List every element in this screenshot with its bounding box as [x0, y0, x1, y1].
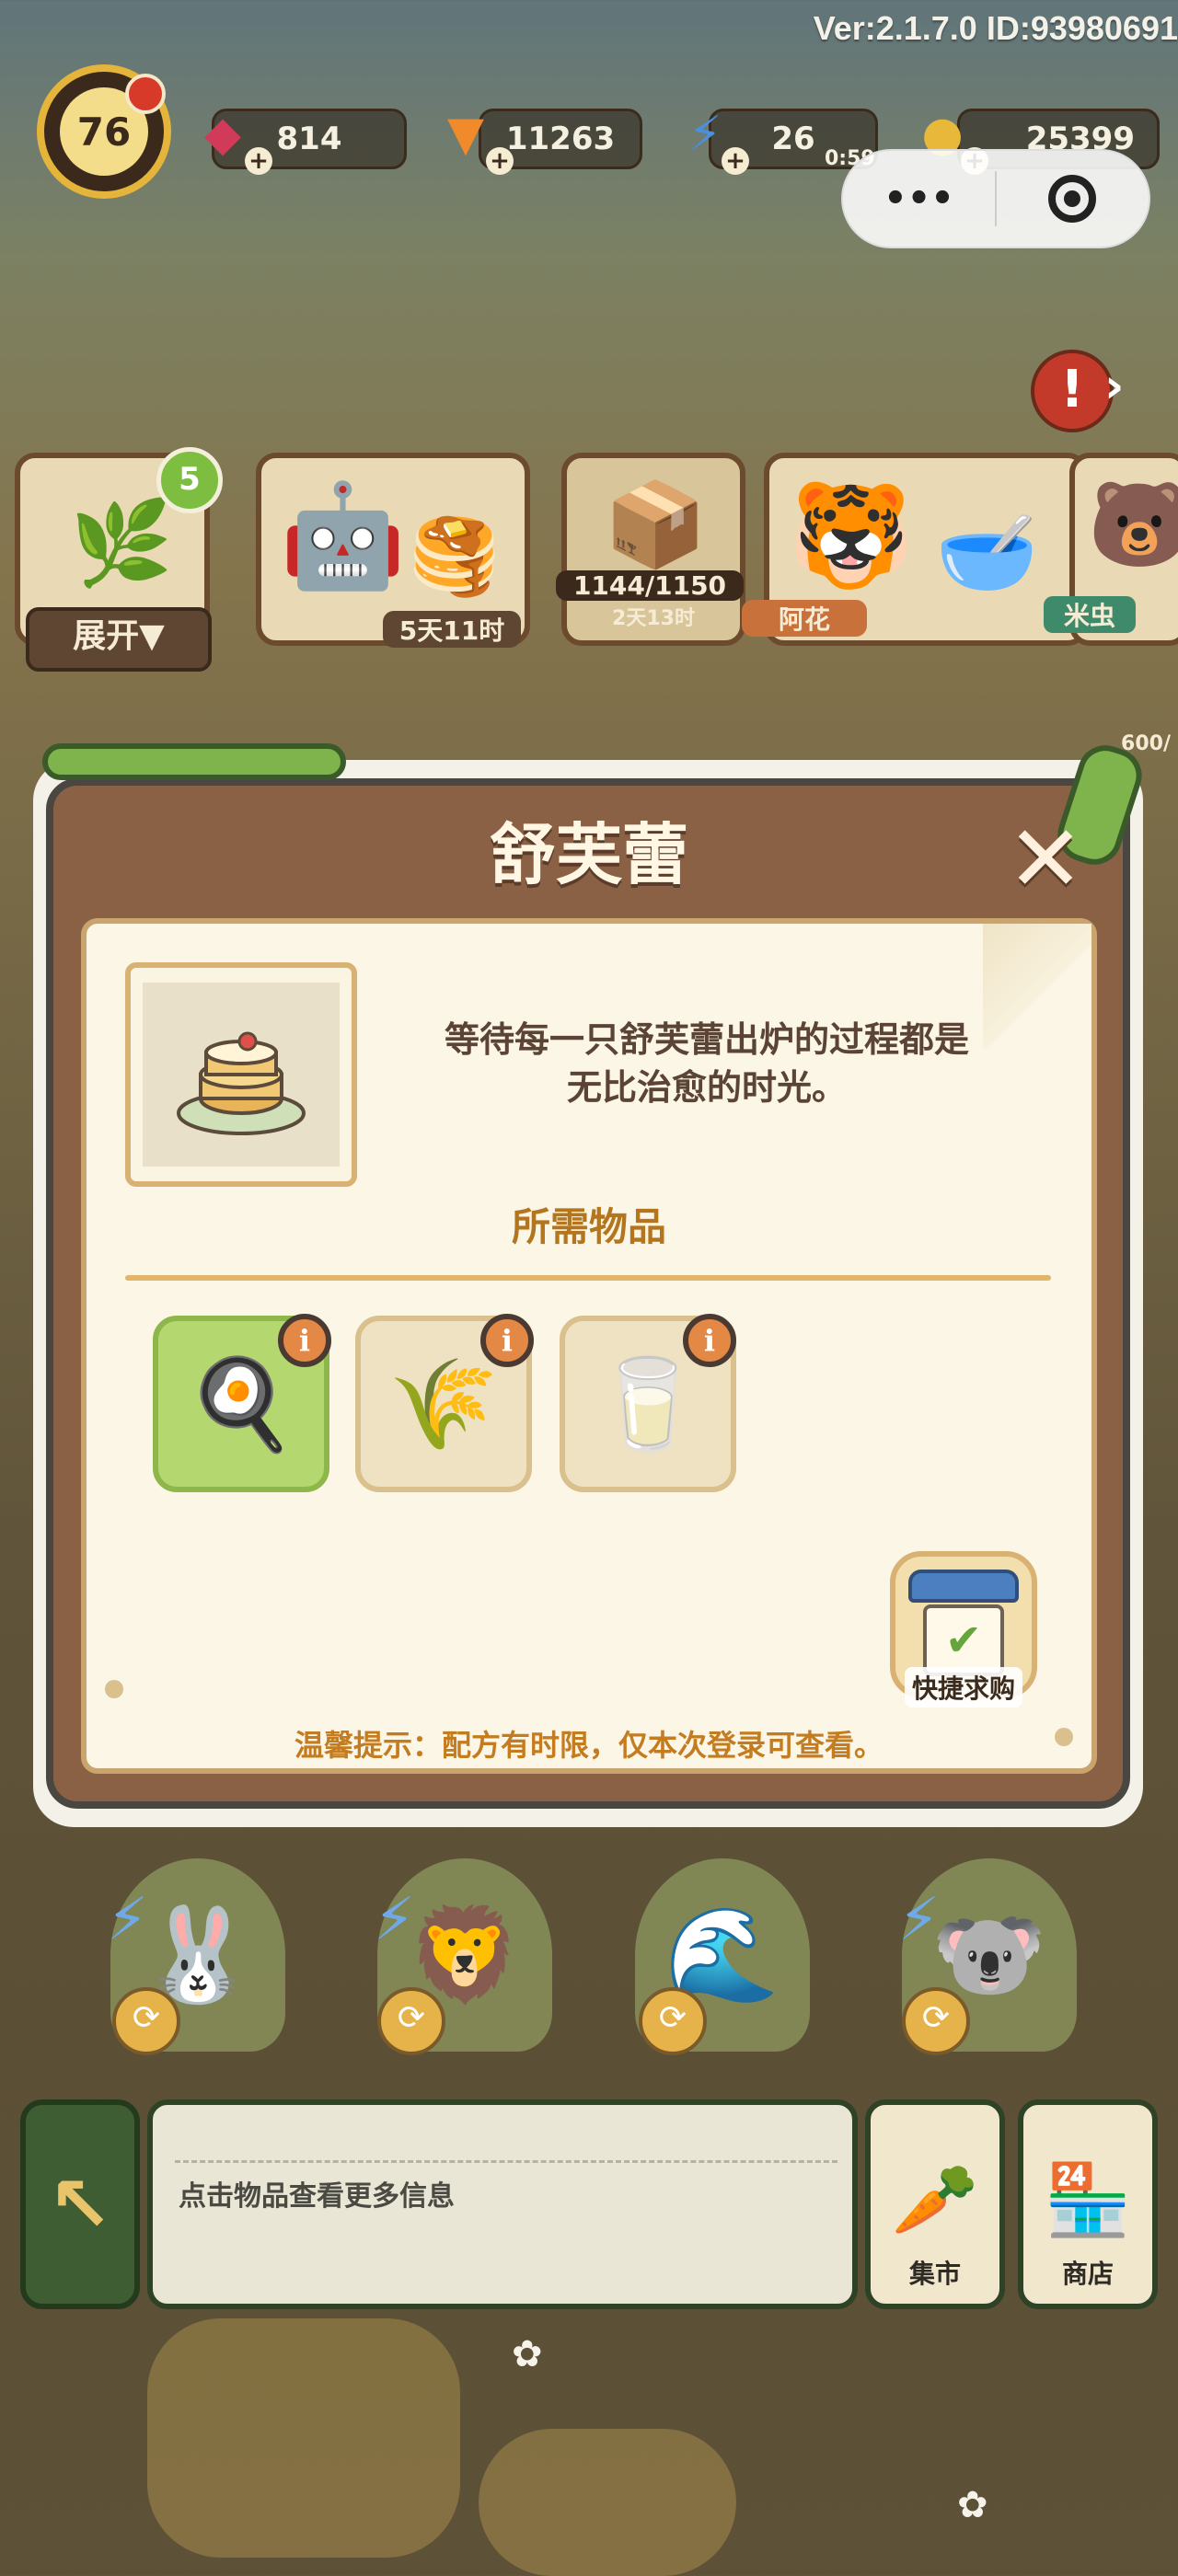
notification-dot [125, 74, 166, 114]
info-placeholder: 点击物品查看更多信息 [179, 2180, 455, 2213]
robot-icon: 🤖 [280, 477, 406, 594]
recipe-description: 等待每一只舒芙蕾出炉的过程都是 无比治愈的时光。 [385, 1016, 1029, 1111]
shop-button[interactable]: 🏪 商店 [1018, 2099, 1158, 2309]
swap-icon[interactable]: ⟳ [112, 1987, 180, 2055]
quick-buy-button[interactable]: ✔ 快捷求购 [885, 1551, 1042, 1726]
market-label: 集市 [908, 2259, 961, 2289]
description-line-2: 无比治愈的时光。 [566, 1067, 847, 1108]
info-icon[interactable]: i [683, 1314, 736, 1367]
bowl-icon: 🥣 [935, 504, 1039, 601]
flower-icon: ✿ [512, 2333, 543, 2375]
wheat-icon: 🌾 [388, 1351, 499, 1455]
station-timer-1: 5天11时 [383, 611, 521, 648]
hay-bale [479, 2429, 736, 2576]
level-badge[interactable]: 76 [37, 64, 171, 199]
description-line-1: 等待每一只舒芙蕾出炉的过程都是 [444, 1019, 969, 1060]
npc-name-michong: 米虫 [1044, 596, 1136, 633]
souffle-icon: 🥞 [409, 513, 501, 599]
add-energy-button[interactable]: + [722, 147, 749, 175]
swap-icon[interactable]: ⟳ [377, 1987, 445, 2055]
roof-icon [908, 1570, 1019, 1603]
bear-icon: 🐻 [1088, 477, 1178, 573]
shop-label: 商店 [1061, 2259, 1114, 2289]
required-items-title: 所需物品 [511, 1204, 666, 1249]
machine-progress: 1144/1150 [556, 570, 744, 601]
corner-dot [1055, 1728, 1073, 1746]
info-icon[interactable]: i [278, 1314, 331, 1367]
npc-name-ahua: 阿花 [742, 600, 867, 637]
count-badge: 5 [156, 447, 223, 513]
lightning-icon: ⚡ [898, 1886, 940, 1954]
add-gems-button[interactable]: + [245, 147, 272, 175]
souffle-illustration [177, 1031, 306, 1135]
market-stall-icon: 🥕 [891, 2158, 979, 2240]
info-icon[interactable]: i [480, 1314, 534, 1367]
leaf-icon: 🌿 [70, 495, 174, 592]
lightning-icon: ⚡ [374, 1886, 415, 1954]
lightning-icon: ⚡ [107, 1886, 148, 1954]
version-label: Ver:2.1.7.0 ID:93980691 [813, 9, 1178, 47]
market-button[interactable]: 🥕 集市 [865, 2099, 1005, 2309]
item-info-box: 点击物品查看更多信息 [147, 2099, 858, 2309]
machine-icon: 📦 [604, 477, 708, 573]
add-carrots-button[interactable]: + [486, 147, 514, 175]
close-icon[interactable]: ✕ [1001, 813, 1090, 905]
swap-icon[interactable]: ⟳ [902, 1987, 970, 2055]
leaf-decoration [42, 743, 346, 780]
modal-title: 舒芙蕾 [489, 816, 688, 893]
chevron-right-icon: › [1104, 359, 1125, 414]
mini-program-capsule: ••• [841, 149, 1150, 248]
back-button[interactable]: ↖ [20, 2099, 140, 2309]
station-timer-2: 2天13时 [612, 607, 695, 630]
expand-button[interactable]: 展开▼ [26, 607, 212, 672]
pan-icon: 🍳 [186, 1351, 296, 1455]
alert-icon[interactable]: ! [1031, 350, 1114, 432]
tiger-icon: 🐯 [788, 477, 914, 594]
souffle-icon [143, 983, 340, 1167]
corner-dot [105, 1680, 123, 1698]
tip-text: 温馨提示：配方有时限，仅本次登录可查看。 [294, 1728, 884, 1763]
divider [125, 1275, 1051, 1281]
quick-buy-label: 快捷求购 [904, 1667, 1022, 1708]
back-arrow-icon: ↖ [47, 2159, 113, 2249]
product-image [125, 962, 357, 1187]
flower-icon: ✿ [957, 2484, 988, 2526]
milk-icon: 🥛 [593, 1351, 703, 1455]
dashed-line [175, 2160, 837, 2163]
hay-bale [147, 2318, 460, 2558]
more-dots-icon[interactable]: ••• [843, 178, 995, 220]
swap-icon[interactable]: ⟳ [639, 1987, 707, 2055]
shop-icon: 🏪 [1044, 2158, 1132, 2240]
target-icon[interactable] [997, 175, 1149, 223]
checkmark-icon: ✔ [923, 1604, 1004, 1676]
